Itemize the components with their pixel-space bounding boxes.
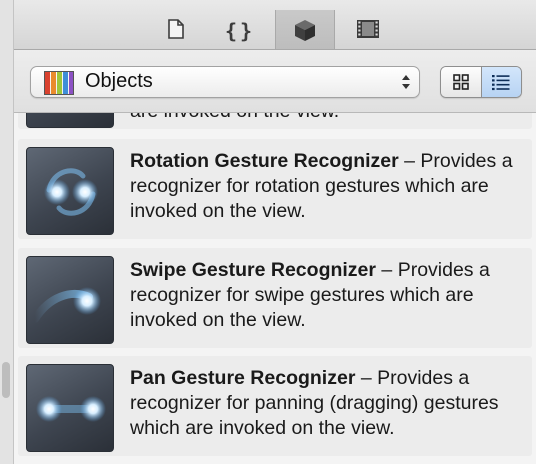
grid-icon [452,74,469,90]
utilities-panel: {} Objects Rotation Gesture Recognizer –… [14,0,536,464]
pan-gesture-icon [36,396,106,422]
list-item-title: Swipe Gesture Recognizer [130,259,376,281]
list-item-title: Rotation Gesture Recognizer [130,150,399,172]
list-item[interactable]: Rotation Gesture Recognizer – Provides a… [18,139,532,239]
gesture-glow-icon [27,113,114,128]
list-item[interactable]: are invoked on the view. [18,113,532,129]
tab-file-template-library[interactable] [147,11,205,49]
tab-media-library[interactable] [339,11,397,49]
list-icon [492,75,510,91]
view-mode-segmented-control [440,66,522,98]
rotation-gesture-thumbnail [26,147,114,235]
library-popup-button[interactable]: Objects [30,66,420,98]
swipe-gesture-thumbnail [26,256,114,344]
window-edge [0,0,14,464]
file-icon [168,19,184,39]
list-item[interactable]: Pan Gesture Recognizer – Provides a reco… [18,356,532,456]
list-item-title: Pan Gesture Recognizer [130,367,356,389]
list-item-separator: – [355,367,378,389]
inspector-tab-bar: {} [14,0,536,50]
books-icon [44,71,74,95]
swipe-gesture-icon [31,287,101,323]
cube-icon [295,20,315,41]
list-item-description: are invoked on the view. [130,113,339,122]
chevron-up-down-icon [402,75,410,89]
rotation-gesture-icon [44,168,98,216]
pan-gesture-thumbnail [26,364,114,452]
library-toolbar: Objects [14,50,536,113]
list-item-separator: – [376,259,398,281]
object-library-list[interactable]: are invoked on the view. [14,113,536,464]
library-popup-label: Objects [85,70,153,92]
list-item-text: are invoked on the view. [130,113,530,124]
film-icon [357,20,379,38]
list-item-separator: – [398,150,421,172]
braces-icon: {} [224,19,256,43]
tab-object-library[interactable] [275,10,335,49]
list-item[interactable]: Swipe Gesture Recognizer – Provides a re… [18,248,532,348]
list-item-text: Pan Gesture Recognizer – Provides a reco… [130,366,530,441]
gesture-recognizer-thumbnail [26,113,114,128]
tab-code-snippet-library[interactable]: {} [211,11,269,49]
list-item-text: Swipe Gesture Recognizer – Provides a re… [130,258,530,333]
window-edge-knob [2,362,10,398]
list-view-button[interactable] [480,67,521,97]
list-item-text: Rotation Gesture Recognizer – Provides a… [130,149,530,224]
grid-view-button[interactable] [441,67,481,97]
